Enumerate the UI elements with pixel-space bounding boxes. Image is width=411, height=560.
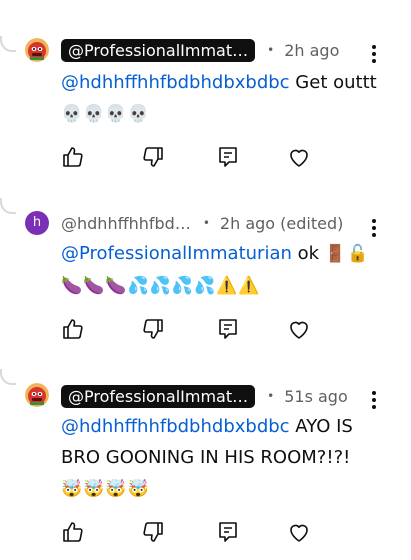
reply-icon [219, 147, 237, 167]
heart-icon [290, 524, 308, 542]
thread-connector [0, 369, 16, 385]
thumbs-up-icon [63, 147, 83, 167]
comment-time: 2h ago [284, 40, 340, 60]
thumbs-down-icon [143, 522, 163, 542]
mention-link[interactable]: @ProfessionalImmaturian [61, 243, 292, 264]
comment-header: @hdhhffhhfbd… • 2h ago (edited) [61, 211, 343, 235]
comment-actions [0, 145, 411, 173]
comment-body: @ProfessionalImmaturian ok 🚪🔓🍆🍆🍆💦💦💦💦⚠️⚠️ [61, 238, 381, 302]
author-name[interactable]: @hdhhffhhfbd… [61, 214, 191, 233]
comment-body: @hdhhffhhfbdbhdbxbdbc Get outtt 💀💀💀💀 [61, 67, 381, 130]
more-vert-icon[interactable] [366, 216, 382, 240]
heart-button[interactable] [287, 317, 313, 343]
author-name[interactable]: @ProfessionalImmat… [61, 38, 256, 62]
author-avatar[interactable] [25, 383, 49, 407]
comment-actions [0, 317, 411, 345]
reply-button[interactable] [216, 317, 242, 343]
heart-icon [290, 149, 308, 167]
reply-icon [219, 319, 237, 339]
heart-icon [290, 321, 308, 339]
reply-button[interactable] [216, 520, 242, 546]
comment-emojis: 💀💀💀💀 [61, 104, 150, 124]
thumbs-down-icon [143, 147, 163, 167]
mention-link[interactable]: @hdhhffhhfbdbhdbxbdbc [61, 416, 290, 437]
comment-actions [0, 520, 411, 548]
thumbs-up-icon [63, 522, 83, 542]
red-cartoon-avatar-icon [25, 383, 49, 407]
reply-icon [219, 522, 237, 542]
more-vert-icon[interactable] [366, 42, 382, 66]
mention-link[interactable]: @hdhhffhhfbdbhdbxbdbc [61, 72, 290, 93]
like-button[interactable] [61, 145, 87, 171]
dislike-button[interactable] [141, 317, 167, 343]
comment-time: 51s ago [284, 386, 348, 406]
thread-connector [0, 198, 16, 214]
comment-emojis: 🤯🤯🤯🤯 [61, 479, 150, 499]
separator-dot: • [267, 43, 275, 57]
avatar-letter: h [32, 215, 42, 230]
comment-body: @hdhhffhhfbdbhdbxbdbc AYO IS BRO GOONING… [61, 411, 371, 505]
comment-text: ok [291, 243, 325, 264]
dislike-button[interactable] [141, 145, 167, 171]
thread-connector [0, 36, 16, 52]
author-avatar[interactable] [25, 38, 49, 62]
dislike-button[interactable] [141, 520, 167, 546]
thumbs-up-icon [63, 319, 83, 339]
comment-text: Get outtt [289, 72, 377, 93]
thumbs-down-icon [143, 319, 163, 339]
author-avatar[interactable]: h [25, 211, 49, 235]
separator-dot: • [267, 389, 275, 403]
red-cartoon-avatar-icon [25, 38, 49, 62]
like-button[interactable] [61, 520, 87, 546]
reply-button[interactable] [216, 145, 242, 171]
comment-header: @ProfessionalImmat… • 2h ago [61, 38, 339, 62]
like-button[interactable] [61, 317, 87, 343]
separator-dot: • [202, 216, 210, 230]
comment-time: 2h ago (edited) [219, 213, 344, 233]
heart-button[interactable] [287, 520, 313, 546]
more-vert-icon[interactable] [366, 388, 382, 412]
heart-button[interactable] [287, 145, 313, 171]
author-name[interactable]: @ProfessionalImmat… [61, 384, 256, 408]
comment-header: @ProfessionalImmat… • 51s ago [61, 384, 348, 408]
